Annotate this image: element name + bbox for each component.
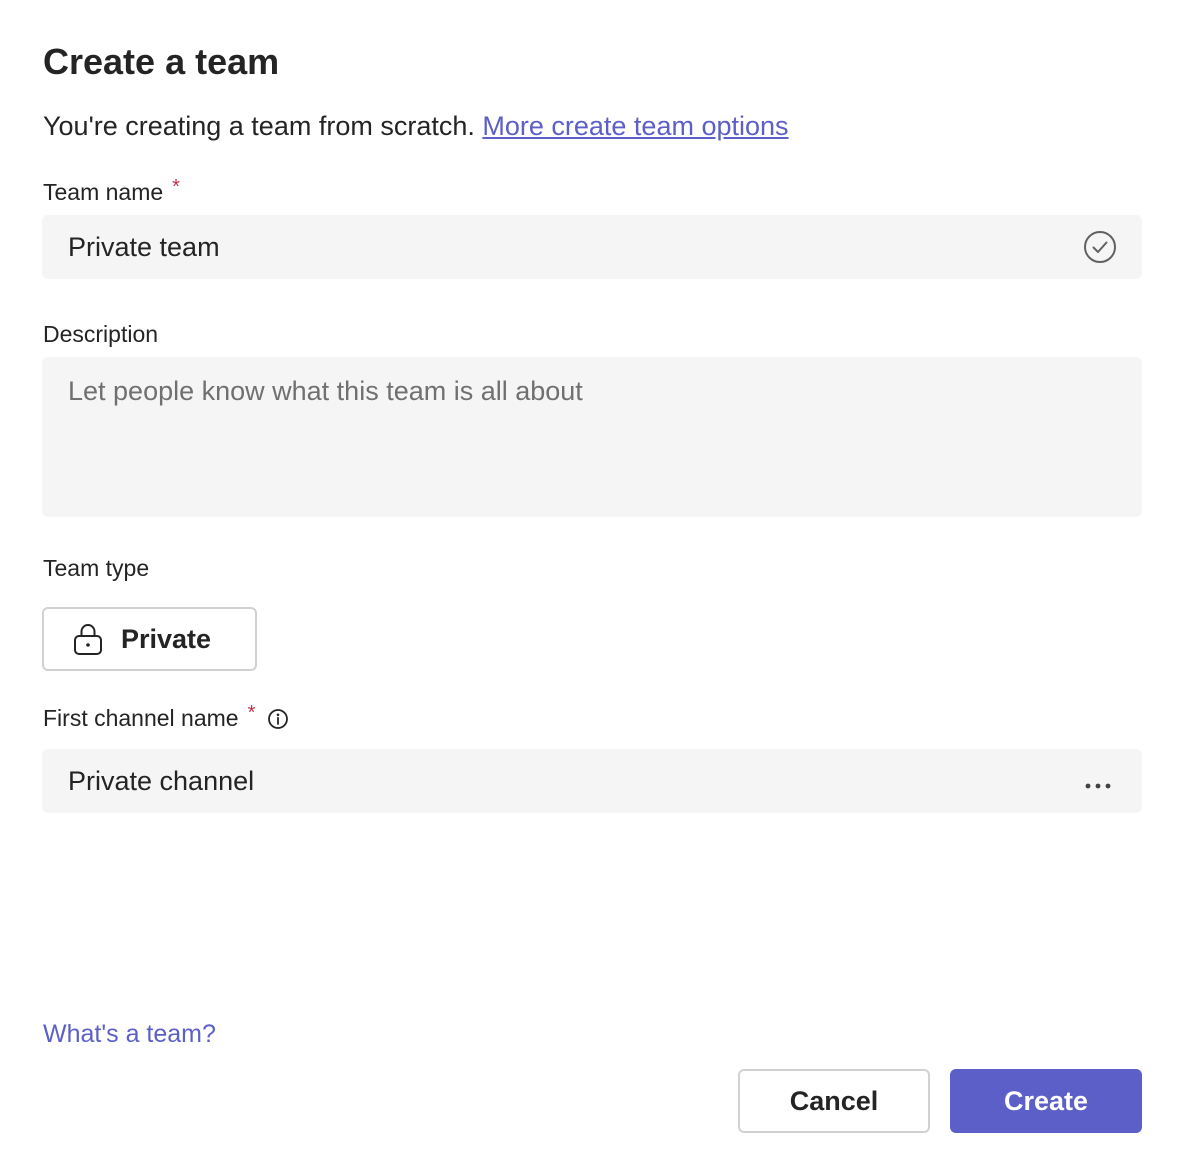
team-name-label-text: Team name xyxy=(43,179,164,205)
description-placeholder: Let people know what this team is all ab… xyxy=(68,376,583,406)
dialog-title: Create a team xyxy=(43,41,280,82)
create-button[interactable]: Create xyxy=(950,1069,1142,1133)
description-label-text: Description xyxy=(43,321,159,347)
required-asterisk: * xyxy=(172,176,180,198)
team-name-value: Private team xyxy=(68,232,220,262)
team-name-input[interactable]: Private team xyxy=(42,215,1142,279)
required-asterisk: * xyxy=(247,702,256,724)
team-type-private-button[interactable]: Private xyxy=(42,607,257,671)
first-channel-label: First channel name * xyxy=(43,702,289,733)
first-channel-input[interactable]: Private channel xyxy=(42,749,1142,813)
first-channel-label-text: First channel name xyxy=(43,705,239,731)
team-type-label: Team type xyxy=(43,553,149,583)
cancel-button[interactable]: Cancel xyxy=(738,1069,930,1133)
first-channel-value: Private channel xyxy=(68,766,255,796)
info-icon[interactable] xyxy=(267,707,289,729)
more-horizontal-icon[interactable] xyxy=(1084,777,1112,789)
team-name-label: Team name * xyxy=(43,176,180,207)
description-label: Description xyxy=(43,319,158,349)
subtitle-text: You're creating a team from scratch. xyxy=(43,111,475,141)
team-type-value: Private xyxy=(121,623,212,654)
whats-a-team-link[interactable]: What's a team? xyxy=(43,1017,216,1051)
dialog-subtitle: You're creating a team from scratch. Mor… xyxy=(43,108,789,144)
team-type-label-text: Team type xyxy=(43,555,150,581)
description-textarea[interactable]: Let people know what this team is all ab… xyxy=(42,357,1142,517)
more-create-team-options-link[interactable]: More create team options xyxy=(482,111,788,141)
check-circle-icon xyxy=(1083,230,1117,264)
lock-icon xyxy=(72,622,104,656)
